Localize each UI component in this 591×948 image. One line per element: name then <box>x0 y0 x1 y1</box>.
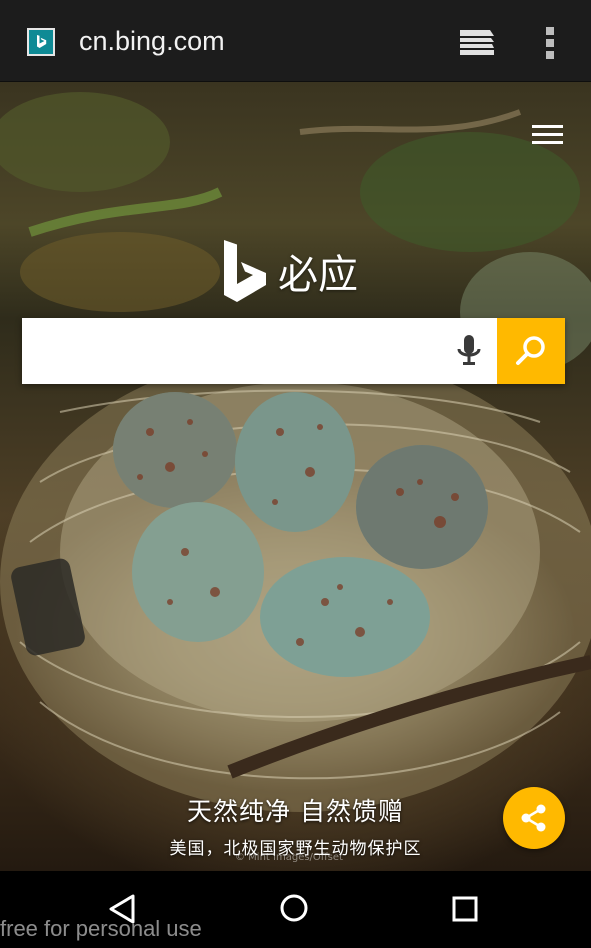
magnifier-icon <box>516 336 545 365</box>
hamburger-menu-icon[interactable] <box>530 122 566 148</box>
logo-text: 必应 <box>278 252 358 298</box>
hero-background-image: 必应 天然纯净 自然馈赠 美国，北极国家野生动物保护区 © Mint Image… <box>0 82 591 871</box>
recent-apps-square-icon[interactable] <box>451 895 479 923</box>
bird-nest-photo <box>0 92 591 812</box>
vertical-dots-icon[interactable] <box>538 24 562 62</box>
bing-logo[interactable]: 必应 <box>222 240 358 302</box>
bing-favicon-icon <box>27 28 55 56</box>
image-copyright: © Mint Images/Offset <box>235 852 343 863</box>
search-input[interactable] <box>22 318 441 384</box>
share-button[interactable] <box>503 787 565 849</box>
microphone-icon[interactable] <box>441 318 497 384</box>
bing-b-logo-icon <box>224 240 266 302</box>
home-circle-icon[interactable] <box>279 893 309 923</box>
watermark-text: free for personal use <box>0 916 202 941</box>
tabs-stack-icon[interactable] <box>458 26 496 60</box>
search-button[interactable] <box>497 318 565 384</box>
url-bar[interactable]: cn.bing.com <box>79 26 225 57</box>
share-icon <box>521 804 546 832</box>
browser-toolbar: cn.bing.com <box>0 0 591 82</box>
search-box <box>22 318 565 384</box>
